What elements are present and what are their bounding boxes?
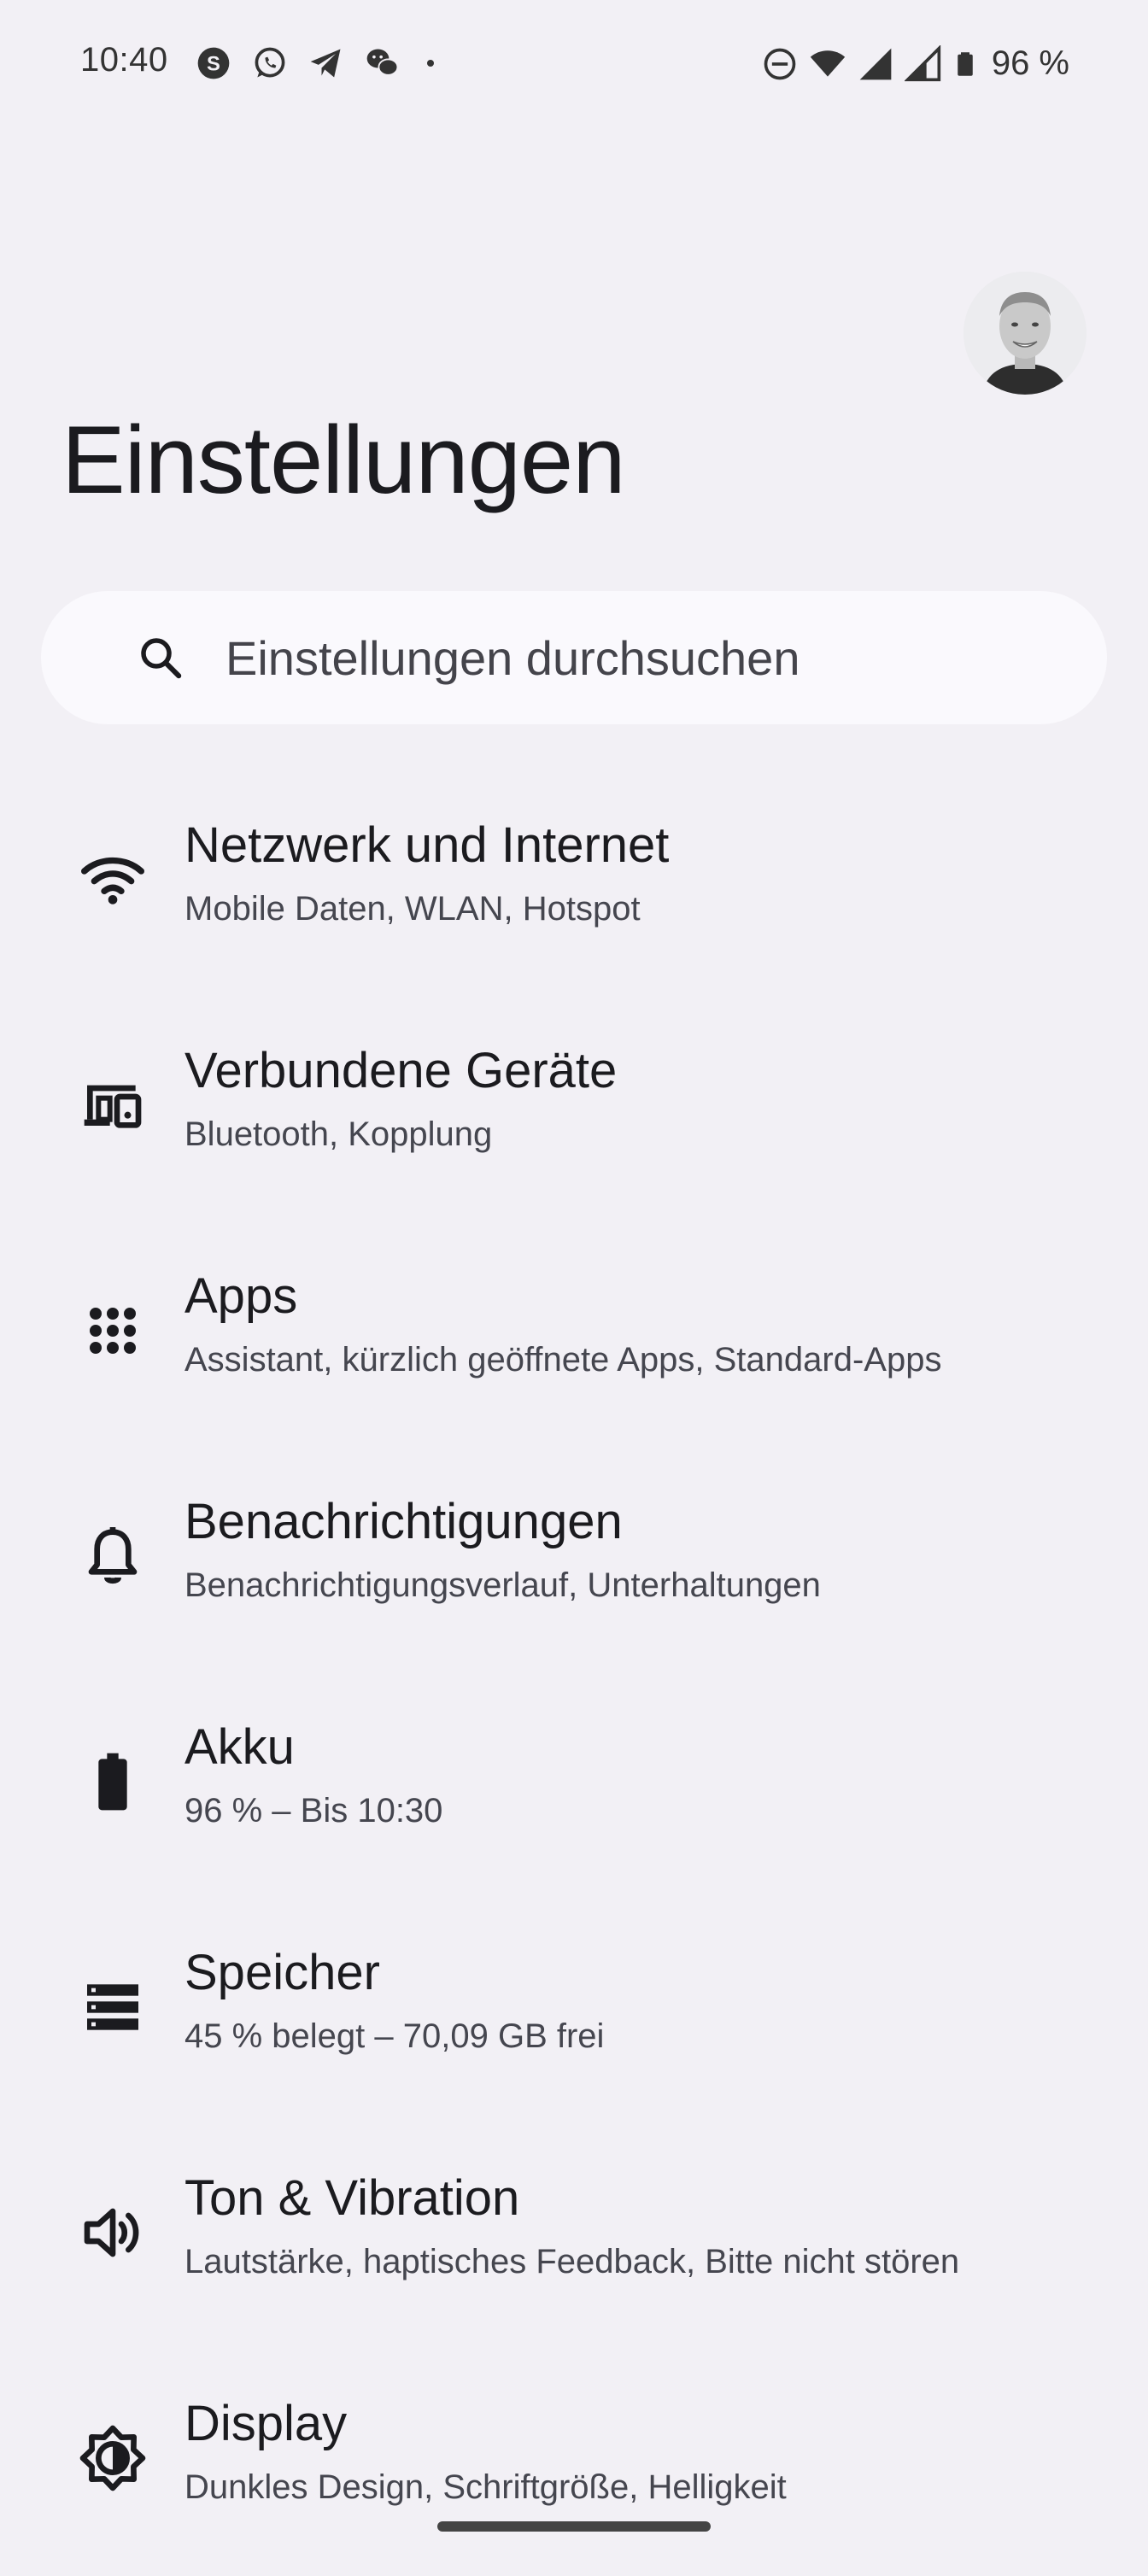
setting-network-internet[interactable]: Netzwerk und Internet Mobile Daten, WLAN…: [0, 772, 1148, 998]
setting-title: Netzwerk und Internet: [184, 817, 670, 873]
signal-icon: [904, 44, 940, 81]
battery-icon: [958, 51, 973, 76]
wechat-icon: [366, 49, 399, 76]
setting-subtitle: 96 % – Bis 10:30: [184, 1792, 443, 1830]
setting-subtitle: Mobile Daten, WLAN, Hotspot: [184, 890, 641, 928]
bell-icon: [88, 1527, 138, 1584]
gesture-navigation-bar[interactable]: [437, 2521, 711, 2532]
setting-title: Speicher: [184, 1945, 380, 2000]
setting-apps[interactable]: Apps Assistant, kürzlich geöffnete Apps,…: [0, 1223, 1148, 1449]
apps-grid-icon: [90, 1308, 136, 1354]
setting-subtitle: Dunkles Design, Schriftgröße, Helligkeit: [184, 2468, 787, 2506]
battery-icon: [98, 1753, 127, 1811]
telegram-icon: [310, 49, 341, 78]
devices-icon: [84, 1085, 142, 1128]
setting-title: Ton & Vibration: [184, 2170, 520, 2226]
notification-icons: S: [195, 44, 441, 82]
setting-notifications[interactable]: Benachrichtigungen Benachrichtigungsverl…: [0, 1449, 1148, 1674]
setting-subtitle: Assistant, kürzlich geöffnete Apps, Stan…: [184, 1341, 942, 1379]
status-bar: 10:40 S 96 %: [0, 0, 1148, 128]
avatar-image: [964, 272, 1086, 395]
search-placeholder: Einstellungen durchsuchen: [226, 630, 800, 685]
system-icons: 96 %: [761, 44, 1069, 83]
setting-display[interactable]: Display Dunkles Design, Schriftgröße, He…: [0, 2351, 1148, 2576]
brightness-icon: [79, 2425, 146, 2491]
setting-subtitle: Bluetooth, Kopplung: [184, 1115, 493, 1153]
volume-icon: [84, 2208, 139, 2257]
search-bar[interactable]: Einstellungen durchsuchen: [41, 591, 1107, 724]
setting-subtitle: Benachrichtigungsverlauf, Unterhaltungen: [184, 1566, 821, 1604]
setting-title: Apps: [184, 1268, 298, 1324]
setting-battery[interactable]: Akku 96 % – Bis 10:30: [0, 1674, 1148, 1900]
page-title: Einstellungen: [62, 407, 625, 513]
search-icon: [141, 638, 182, 679]
setting-storage[interactable]: Speicher 45 % belegt – 70,09 GB frei: [0, 1900, 1148, 2125]
setting-sound-vibration[interactable]: Ton & Vibration Lautstärke, haptisches F…: [0, 2125, 1148, 2351]
setting-title: Verbundene Geräte: [184, 1043, 618, 1098]
dot-icon: [427, 60, 434, 67]
setting-title: Benachrichtigungen: [184, 1494, 623, 1549]
do-not-disturb-icon: [764, 48, 796, 79]
settings-list: Netzwerk und Internet Mobile Daten, WLAN…: [0, 772, 1148, 2576]
svg-text:S: S: [207, 52, 220, 75]
setting-title: Akku: [184, 1719, 295, 1775]
setting-subtitle: Lautstärke, haptisches Feedback, Bitte n…: [184, 2243, 960, 2280]
skype-icon: S: [197, 47, 230, 79]
wifi-icon: [81, 857, 144, 905]
battery-percentage: 96 %: [991, 44, 1069, 82]
avatar[interactable]: [964, 272, 1086, 395]
wifi-icon: [810, 50, 845, 77]
signal-icon: [859, 48, 892, 79]
setting-connected-devices[interactable]: Verbundene Geräte Bluetooth, Kopplung: [0, 998, 1148, 1223]
setting-subtitle: 45 % belegt – 70,09 GB frei: [184, 2017, 605, 2055]
whatsapp-icon: [255, 47, 285, 78]
setting-title: Display: [184, 2396, 348, 2451]
status-time: 10:40: [80, 41, 168, 79]
storage-icon: [87, 1984, 138, 2030]
